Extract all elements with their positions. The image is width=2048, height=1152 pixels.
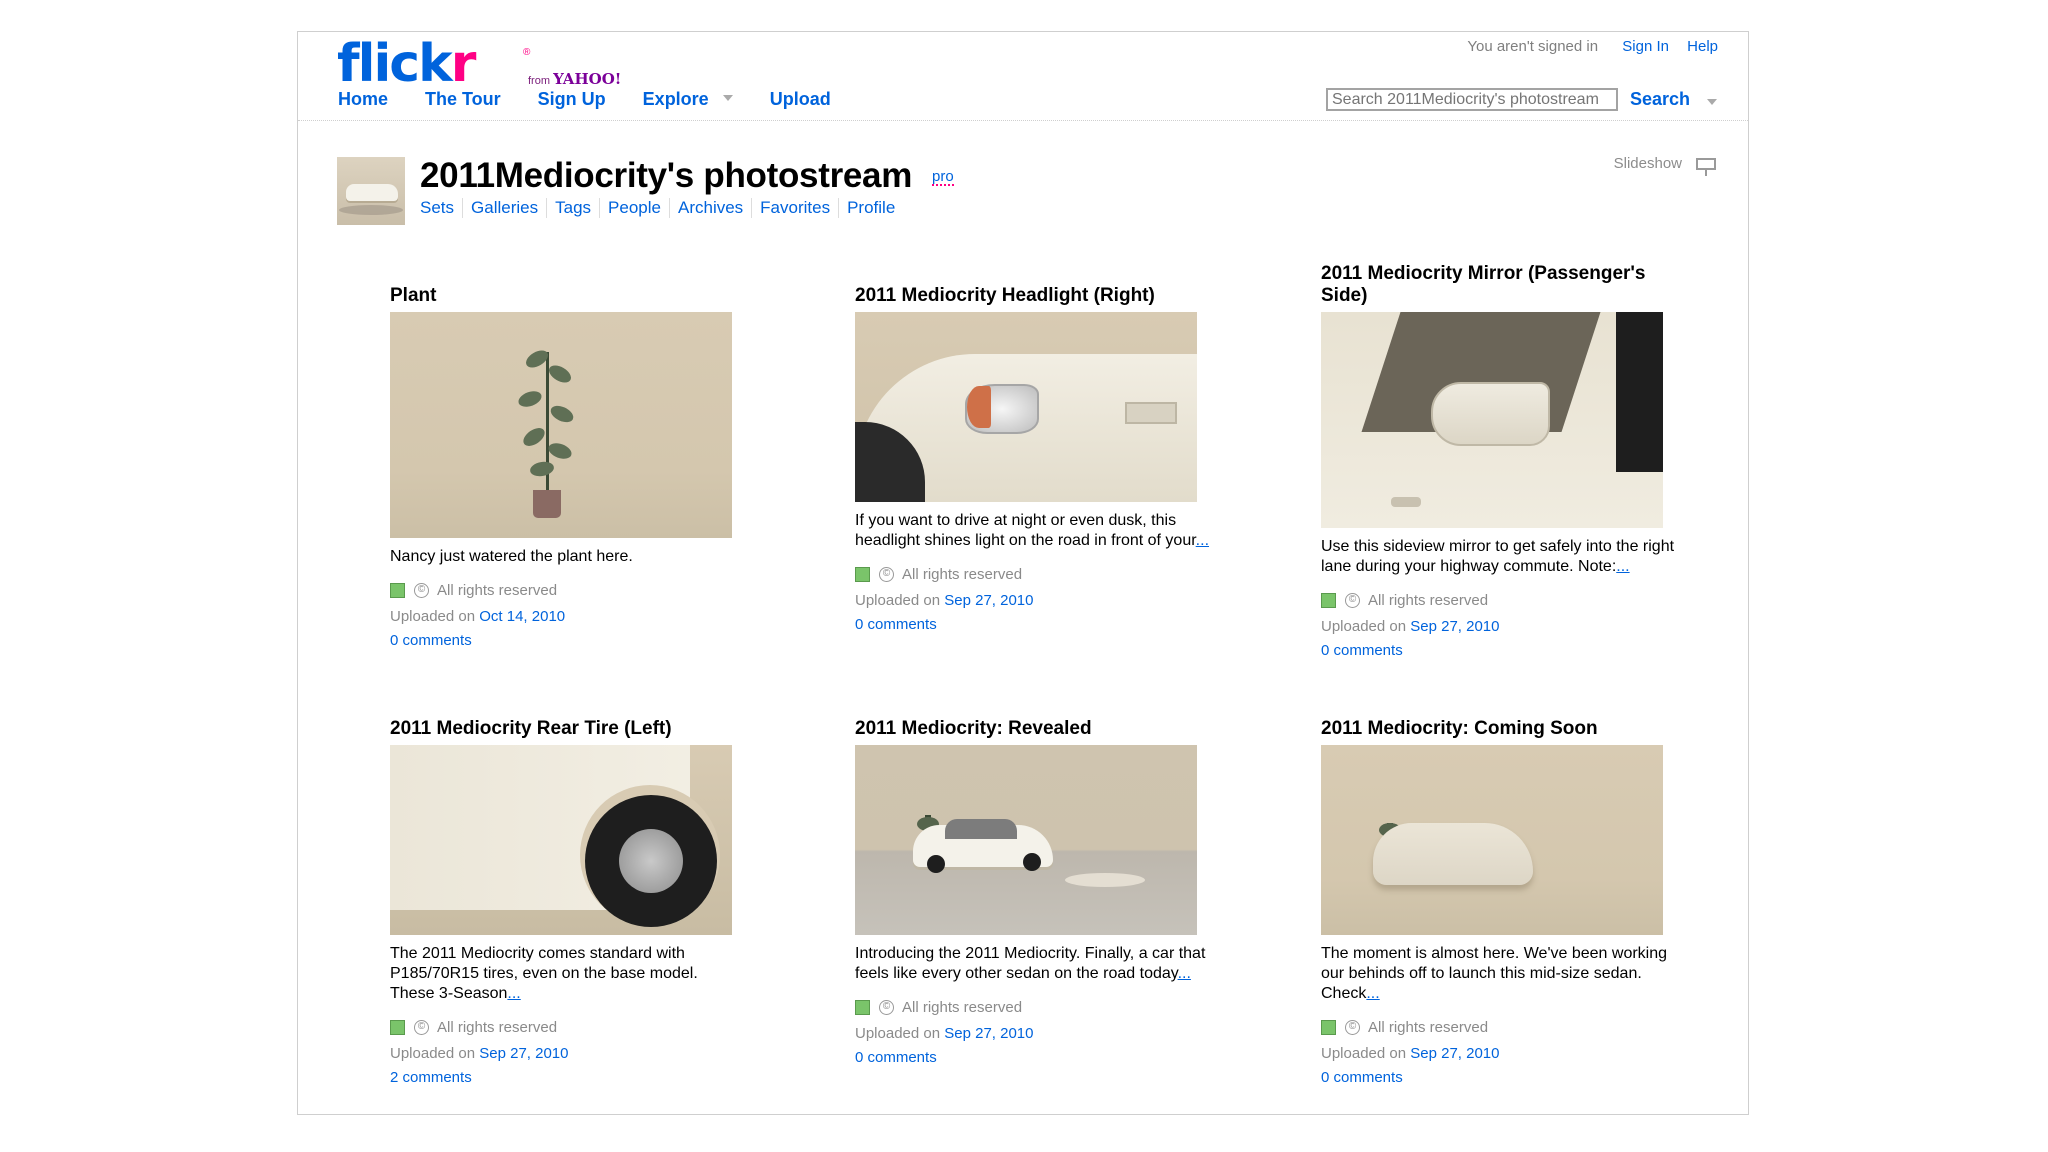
upload-date: Uploaded on Sep 27, 2010 [1321,618,1500,635]
subnav-galleries[interactable]: Galleries [462,198,546,218]
upload-date: Uploaded on Sep 27, 2010 [1321,1045,1500,1062]
slideshow-label: Slideshow [1613,155,1682,172]
green-square-icon [855,567,870,582]
photo-title[interactable]: Plant [390,285,750,307]
photo-thumbnail[interactable] [390,745,732,935]
comments-link[interactable]: 0 comments [855,1049,1215,1066]
license: © All rights reserved [390,582,750,599]
photo-card: 2011 Mediocrity Headlight (Right) If you… [855,285,1215,633]
copyright-icon: © [879,567,894,582]
photo-thumbnail[interactable] [1321,312,1663,528]
search-button[interactable]: Search [1630,89,1690,110]
photo-thumbnail[interactable] [1321,745,1663,935]
search-input[interactable] [1326,88,1618,111]
photo-title[interactable]: 2011 Mediocrity: Revealed [855,718,1215,740]
photo-thumbnail[interactable] [855,312,1197,502]
sign-in-link[interactable]: Sign In [1622,38,1669,55]
page-title: 2011Mediocrity's photostream [420,156,913,195]
copyright-icon: © [414,583,429,598]
photo-title[interactable]: 2011 Mediocrity Headlight (Right) [855,285,1215,307]
subnav-favorites[interactable]: Favorites [751,198,838,218]
nav-explore[interactable]: Explore [643,89,733,110]
photo-description: Introducing the 2011 Mediocrity. Finally… [855,945,1206,982]
subnav-archives[interactable]: Archives [668,198,751,218]
slideshow-button[interactable]: Slideshow [1613,155,1716,176]
license: © All rights reserved [855,999,1215,1016]
nav-the-tour[interactable]: The Tour [425,89,501,110]
flickr-logo[interactable]: flickr ® from YAHOO! [337,34,621,94]
photo-description: If you want to drive at night or even du… [855,512,1210,549]
photo-card: Plant Nancy just watered the plant here.… [390,285,750,649]
comments-link[interactable]: 2 comments [390,1069,750,1086]
green-square-icon [390,583,405,598]
photo-description: The 2011 Mediocrity comes standard with … [390,945,698,1002]
subnav-profile[interactable]: Profile [838,198,903,218]
green-square-icon [390,1020,405,1035]
photo-title[interactable]: 2011 Mediocrity Rear Tire (Left) [390,718,750,740]
green-square-icon [855,1000,870,1015]
nav-explore-label: Explore [642,89,709,109]
search-options-chevron-icon[interactable] [1707,99,1717,105]
more-link[interactable]: ... [507,985,520,1002]
chevron-down-icon[interactable] [722,95,733,102]
copyright-icon: © [1345,593,1360,608]
upload-date: Uploaded on Sep 27, 2010 [855,1025,1034,1042]
subnav-people[interactable]: People [599,198,669,218]
upload-date: Uploaded on Oct 14, 2010 [390,608,566,625]
photo-description: Nancy just watered the plant here. [390,548,633,565]
comments-link[interactable]: 0 comments [855,616,1215,633]
photo-description: Use this sideview mirror to get safely i… [1321,538,1675,575]
upload-date: Uploaded on Sep 27, 2010 [390,1045,569,1062]
green-square-icon [1321,593,1336,608]
comments-link[interactable]: 0 comments [1321,1069,1681,1086]
page-frame: flickr ® from YAHOO! Home The Tour Sign … [297,31,1749,1115]
nav-upload[interactable]: Upload [770,89,831,110]
copyright-icon: © [1345,1020,1360,1035]
photo-card: 2011 Mediocrity: Revealed Introducing th… [855,718,1215,1066]
pro-badge[interactable]: pro [932,169,954,186]
slideshow-icon [1696,156,1716,176]
license: © All rights reserved [855,566,1215,583]
photo-title[interactable]: 2011 Mediocrity Mirror (Passenger's Side… [1321,263,1681,307]
comments-link[interactable]: 0 comments [1321,642,1681,659]
account-links: You aren't signed in Sign In Help [1467,38,1718,55]
nav-home[interactable]: Home [338,89,388,110]
subnav-tags[interactable]: Tags [546,198,599,218]
photo-description: The moment is almost here. We've been wo… [1321,945,1668,1002]
photo-card: 2011 Mediocrity Mirror (Passenger's Side… [1321,263,1681,659]
photo-card: 2011 Mediocrity: Coming Soon The moment … [1321,718,1681,1086]
main-nav: Home The Tour Sign Up Explore Upload [338,89,868,110]
more-link[interactable]: ... [1178,965,1191,982]
green-square-icon [1321,1020,1336,1035]
subnav-sets[interactable]: Sets [420,198,462,218]
upload-date: Uploaded on Sep 27, 2010 [855,592,1034,609]
photo-thumbnail[interactable] [390,312,732,538]
avatar[interactable] [337,157,405,225]
nav-sign-up[interactable]: Sign Up [538,89,606,110]
comments-link[interactable]: 0 comments [390,632,750,649]
signed-out-text: You aren't signed in [1467,38,1599,55]
yahoo-logo: from YAHOO! [528,70,622,88]
license: © All rights reserved [390,1019,750,1036]
photo-title[interactable]: 2011 Mediocrity: Coming Soon [1321,718,1681,740]
help-link[interactable]: Help [1687,38,1718,55]
copyright-icon: © [414,1020,429,1035]
more-link[interactable]: ... [1616,558,1629,575]
copyright-icon: © [879,1000,894,1015]
license: © All rights reserved [1321,1019,1681,1036]
photo-thumbnail[interactable] [855,745,1197,935]
photostream-subnav: Sets Galleries Tags People Archives Favo… [420,198,903,218]
more-link[interactable]: ... [1196,532,1209,549]
photo-card: 2011 Mediocrity Rear Tire (Left) The 201… [390,718,750,1086]
more-link[interactable]: ... [1366,985,1379,1002]
license: © All rights reserved [1321,592,1681,609]
header-divider [298,120,1748,121]
